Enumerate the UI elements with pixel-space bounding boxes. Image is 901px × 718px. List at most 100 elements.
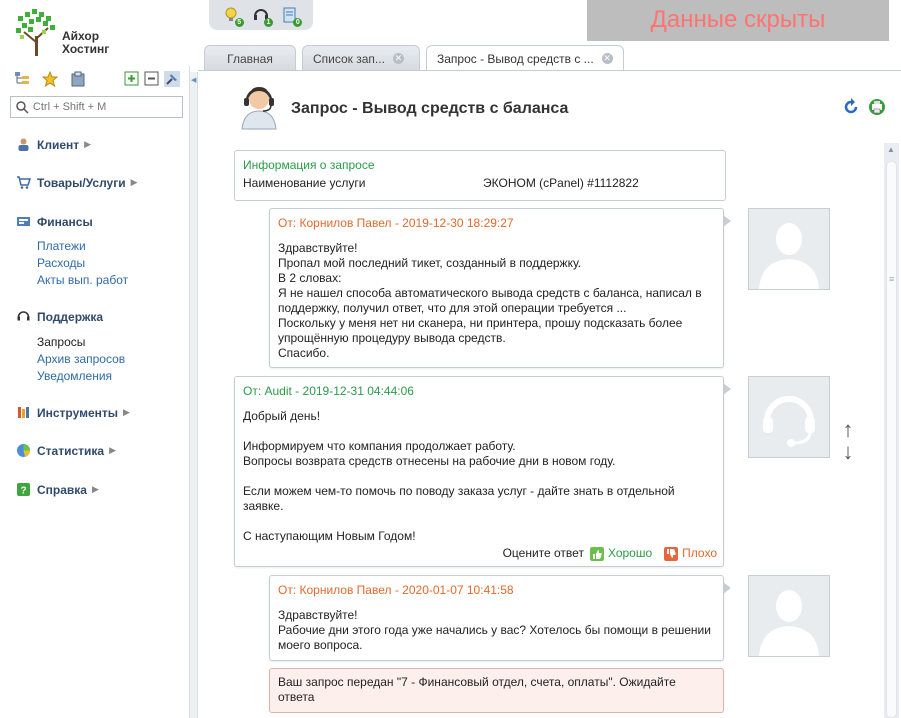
sidebar-item-statistics[interactable]: Статистика ▶ — [16, 443, 116, 458]
message-line: Вопросы возврата средств отнесены на раб… — [243, 454, 616, 468]
hidden-data-banner: Данные скрыты — [587, 0, 889, 41]
sidebar-item-tools[interactable]: Инструменты ▶ — [16, 405, 130, 420]
request-info-title: Информация о запросе — [243, 158, 375, 172]
headset-badge: 1 — [263, 18, 273, 27]
message-client: От: Корнилов Павел - 2019-12-30 18:29:27… — [269, 208, 731, 368]
message-line: Поскольку у меня нет ни сканера, ни прин… — [278, 316, 683, 345]
bulb-icon[interactable]: 5 — [223, 6, 244, 27]
chevron-right-icon: ▶ — [130, 177, 138, 187]
avatar — [748, 376, 830, 458]
sidebar-item-support-label: Поддержка — [37, 309, 104, 324]
chevron-right-icon: ▶ — [84, 139, 92, 149]
arrow-down-icon[interactable]: ↓ — [841, 441, 855, 463]
logo-line2: Хостинг — [62, 42, 110, 56]
pin-icon[interactable] — [164, 71, 180, 87]
refresh-icon[interactable] — [842, 98, 860, 116]
message-line: Добрый день! — [243, 409, 321, 423]
sidebar-subitem-notifications[interactable]: Уведомления — [37, 368, 112, 385]
scrollbar-thumb[interactable]: ≡ — [886, 161, 897, 718]
expand-all-icon[interactable] — [124, 71, 140, 87]
message-body: Здравствуйте! Пропал мой последний тикет… — [278, 241, 715, 361]
tab-requests-list[interactable]: Список зап... ✕ — [302, 45, 420, 71]
sidebar-subitem-acts[interactable]: Акты вып. работ — [37, 272, 128, 289]
message-line: Здравствуйте! — [278, 241, 358, 255]
sidebar-item-products-label: Товары/Услуги — [37, 175, 126, 190]
message-from: От: Audit - 2019-12-31 04:44:06 — [243, 384, 414, 398]
document-icon[interactable]: 0 — [281, 6, 303, 27]
print-icon[interactable] — [868, 98, 886, 116]
sidebar-search[interactable] — [10, 96, 183, 118]
message-body: Здравствуйте! Рабочие дни этого года уже… — [278, 608, 715, 653]
chevron-right-icon: ▶ — [91, 484, 99, 494]
chevron-right-icon: ▶ — [123, 407, 130, 417]
close-icon[interactable]: ✕ — [392, 53, 404, 64]
user-icon — [18, 138, 29, 151]
collapse-left-icon[interactable]: ◀ — [191, 76, 196, 84]
service-name-value: ЭКОНОМ (cPanel) #1112822 — [483, 176, 639, 190]
sidebar-splitter[interactable]: ◀ — [190, 72, 198, 718]
message-line: Рабочие дни этого года уже начались у ва… — [278, 623, 711, 652]
tab-home[interactable]: Главная — [204, 45, 296, 71]
rate-bad-button[interactable]: Плохо — [664, 546, 717, 561]
tab-request-withdrawal-label: Запрос - Вывод средств с ... — [437, 51, 594, 66]
sidebar-subitem-payments[interactable]: Платежи — [37, 238, 86, 255]
request-info-row: Наименование услуги ЭКОНОМ (cPanel) #111… — [243, 176, 717, 190]
rate-good-button[interactable]: Хорошо — [589, 546, 652, 561]
logo-text: Айхор Хостинг — [62, 30, 109, 56]
cart-icon — [17, 176, 31, 189]
headset-icon[interactable]: 1 — [252, 6, 273, 27]
message-line: Спасибо. — [278, 346, 330, 360]
sidebar-item-help-label: Справка — [37, 482, 87, 497]
clipboard-icon[interactable] — [70, 71, 86, 87]
logo[interactable]: Айхор Хостинг — [14, 8, 124, 58]
message-line — [243, 424, 715, 439]
tree-view-icon[interactable] — [14, 71, 30, 87]
support-icon — [17, 311, 30, 321]
close-icon[interactable]: ✕ — [601, 53, 613, 64]
avatar — [748, 575, 830, 657]
sidebar-item-finance[interactable]: Финансы — [16, 214, 93, 229]
message-line: С наступающим Новым Годом! — [243, 529, 416, 543]
sidebar: Клиент ▶ Товары/Услуги ▶ Финансы Платежи… — [0, 66, 190, 718]
sidebar-subitem-requests-archive[interactable]: Архив запросов — [37, 351, 125, 368]
tab-requests-list-label: Список зап... — [313, 51, 385, 66]
bulb-badge: 5 — [234, 18, 244, 27]
vertical-scrollbar[interactable]: ▲ ≡ — [884, 143, 899, 718]
message-line: Пропал мой последний тикет, созданный в … — [278, 256, 582, 270]
message-from: От: Корнилов Павел - 2020-01-07 10:41:58 — [278, 583, 514, 597]
arrow-up-icon[interactable]: ↑ — [841, 419, 855, 441]
scroll-up-icon[interactable]: ▲ — [887, 145, 895, 154]
thumbs-down-icon — [664, 546, 679, 561]
collapse-all-icon[interactable] — [144, 71, 160, 87]
main-content: Запрос - Вывод средств с баланса ▲ ≡ Инф… — [198, 71, 901, 718]
page-title: Запрос - Вывод средств с баланса — [291, 100, 569, 117]
document-badge: 0 — [293, 18, 303, 27]
rate-bad-label: Плохо — [682, 546, 717, 560]
service-name-label: Наименование услуги — [243, 176, 366, 190]
top-toolbar: 5 1 0 — [209, 0, 313, 30]
tools-icon — [18, 407, 29, 418]
sidebar-item-client[interactable]: Клиент ▶ — [16, 137, 91, 152]
message-line: Если можем чем-то помочь по поводу заказ… — [243, 484, 675, 513]
svg-text:?: ? — [20, 486, 26, 497]
message-staff: От: Audit - 2019-12-31 04:44:06 Добрый д… — [234, 376, 731, 567]
message-line: Здравствуйте! — [278, 608, 358, 622]
user-placeholder-icon — [759, 590, 819, 656]
message-from: От: Корнилов Павел - 2019-12-30 18:29:27 — [278, 216, 514, 230]
scroll-arrows-icon[interactable]: ↑ ↓ — [841, 419, 855, 471]
sidebar-item-help[interactable]: ? Справка ▶ — [16, 482, 99, 497]
sidebar-subitem-expenses[interactable]: Расходы — [37, 255, 85, 272]
sidebar-item-statistics-label: Статистика — [37, 443, 105, 458]
sidebar-subitem-requests[interactable]: Запросы — [37, 334, 85, 351]
tab-request-withdrawal[interactable]: Запрос - Вывод средств с ... ✕ — [426, 45, 624, 71]
transfer-notice: Ваш запрос передан "7 - Финансовый отдел… — [269, 668, 724, 713]
message-client: От: Корнилов Павел - 2020-01-07 10:41:58… — [269, 575, 731, 661]
sidebar-item-products[interactable]: Товары/Услуги ▶ — [16, 175, 138, 190]
star-icon[interactable] — [42, 71, 58, 87]
sidebar-item-support[interactable]: Поддержка — [16, 309, 103, 324]
search-input[interactable] — [32, 101, 182, 113]
grip-icon: ≡ — [889, 274, 895, 284]
finance-icon — [17, 217, 30, 226]
sidebar-toolbar — [14, 71, 184, 89]
sidebar-item-tools-label: Инструменты — [37, 405, 119, 420]
